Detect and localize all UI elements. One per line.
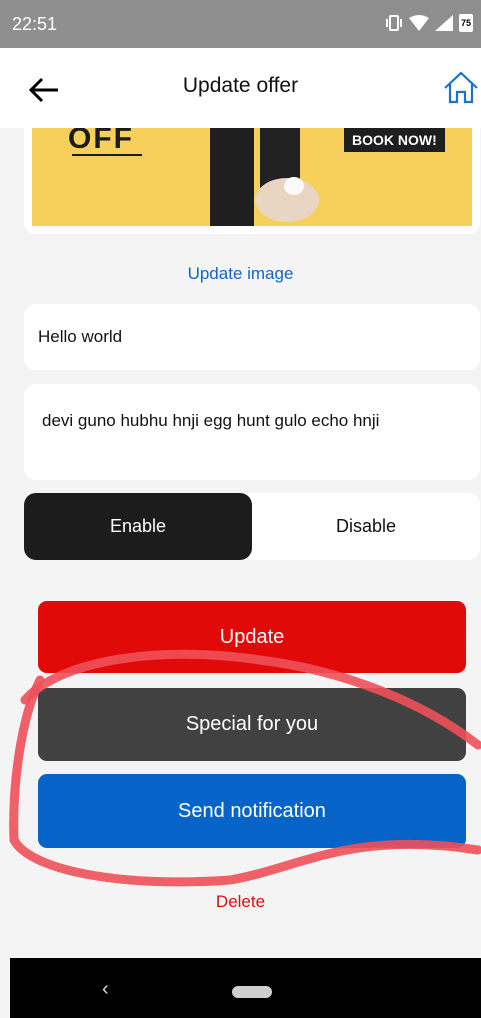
home-icon[interactable] bbox=[441, 68, 481, 108]
description-field-value: devi guno hubhu hnji egg hunt gulo echo … bbox=[42, 411, 380, 430]
offer-image-card: OFF BOOK NOW! bbox=[24, 128, 480, 234]
battery-icon: 75 bbox=[459, 14, 473, 32]
vibrate-icon bbox=[386, 15, 402, 31]
status-toggle: Enable Disable bbox=[24, 493, 480, 560]
app-bar: Update offer bbox=[0, 48, 481, 128]
page-title: Update offer bbox=[182, 74, 299, 97]
model-figure bbox=[210, 128, 319, 226]
offer-banner-image: OFF BOOK NOW! bbox=[32, 128, 472, 226]
banner-divider bbox=[72, 154, 142, 156]
disable-toggle-button[interactable]: Disable bbox=[252, 493, 480, 560]
status-time: 22:51 bbox=[12, 14, 58, 34]
signal-icon bbox=[435, 15, 453, 31]
enable-toggle-button[interactable]: Enable bbox=[24, 493, 252, 560]
update-image-link[interactable]: Update image bbox=[0, 264, 481, 284]
wifi-icon bbox=[409, 15, 429, 31]
status-bar: 22:51 75 bbox=[0, 0, 481, 48]
nav-back-icon[interactable]: ‹ bbox=[102, 978, 109, 1001]
system-nav-bar: ‹ bbox=[10, 958, 481, 1018]
delete-link[interactable]: Delete bbox=[0, 892, 481, 912]
description-field[interactable]: devi guno hubhu hnji egg hunt gulo echo … bbox=[24, 384, 480, 480]
status-icons: 75 bbox=[385, 14, 473, 32]
title-field[interactable]: Hello world bbox=[24, 304, 480, 370]
book-now-tag: BOOK NOW! bbox=[344, 128, 445, 152]
red-scribble-annotation bbox=[9, 649, 481, 887]
send-notification-button[interactable]: Send notification bbox=[38, 774, 466, 848]
banner-text: OFF bbox=[68, 128, 134, 155]
nav-home-pill-icon[interactable] bbox=[232, 986, 272, 998]
title-field-value: Hello world bbox=[38, 327, 123, 346]
update-button[interactable]: Update bbox=[38, 601, 466, 673]
special-for-you-button[interactable]: Special for you bbox=[38, 688, 466, 761]
